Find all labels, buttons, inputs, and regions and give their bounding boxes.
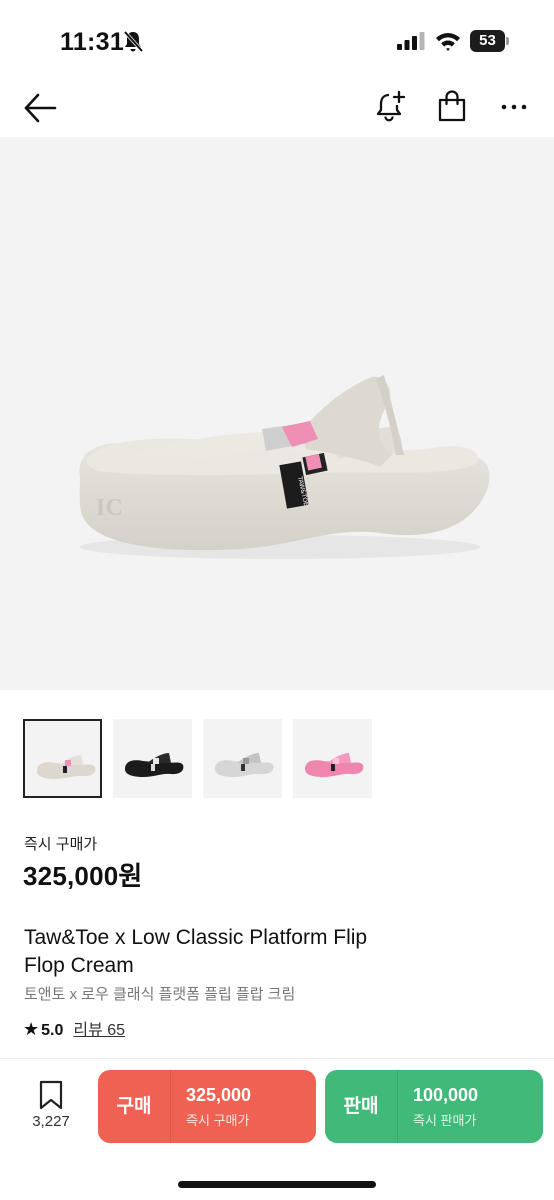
- star-icon: ★: [23, 1019, 40, 1039]
- bookmark-icon: [39, 1080, 63, 1110]
- buy-price: 325,000: [186, 1085, 252, 1105]
- buy-separator: [170, 1070, 171, 1143]
- wifi-icon: [436, 33, 460, 51]
- wishlist-count: 3,227: [32, 1113, 70, 1130]
- svg-text:IC: IC: [96, 495, 123, 521]
- rating-score: 5.0: [41, 1022, 64, 1039]
- product-title-en: Taw&Toe x Low Classic Platform Flip Flop…: [24, 924, 434, 980]
- platform-flip-flop-image: IC TAW&TOE: [79, 375, 490, 559]
- pink-flip-flop-thumbnail: [305, 753, 364, 777]
- buy-button[interactable]: 구매 325,000 즉시 구매가: [98, 1070, 316, 1143]
- product-title-ko: 토앤토 x 로우 클래식 플랫폼 플립 플랍 크림: [24, 986, 296, 1003]
- product-title-line1: Taw&Toe x Low Classic Platform Flip: [24, 926, 368, 949]
- sell-label: 판매: [343, 1096, 379, 1117]
- color-option-pink[interactable]: [293, 719, 372, 798]
- color-option-black[interactable]: [113, 719, 192, 798]
- back-arrow-icon[interactable]: [22, 90, 58, 126]
- instant-buy-price-label: 즉시 구매가: [24, 836, 98, 853]
- product-title-line2: Flop Cream: [24, 954, 134, 977]
- top-navigation: [0, 80, 554, 136]
- buy-label: 구매: [116, 1096, 152, 1117]
- wishlist-button[interactable]: 3,227: [26, 1080, 76, 1136]
- instant-buy-price: 325,000원: [23, 861, 143, 891]
- more-icon[interactable]: [496, 88, 532, 124]
- shopping-bag-icon[interactable]: [434, 88, 470, 124]
- silver-flip-flop-thumbnail: [215, 753, 274, 777]
- home-indicator[interactable]: [178, 1181, 376, 1188]
- color-options: [23, 719, 383, 799]
- signal-icon: [397, 32, 425, 50]
- cream-flip-flop-thumbnail: [37, 755, 96, 779]
- buy-subtitle: 즉시 구매가: [186, 1113, 250, 1128]
- bell-plus-icon[interactable]: [372, 88, 408, 124]
- divider: [0, 1058, 554, 1059]
- sell-separator: [397, 1070, 398, 1143]
- battery-icon: 53: [470, 30, 510, 52]
- battery-tip: [506, 37, 509, 45]
- sell-button[interactable]: 판매 100,000 즉시 판매가: [325, 1070, 543, 1143]
- black-flip-flop-thumbnail: [125, 753, 184, 777]
- status-bar: 11:31 53: [0, 0, 554, 80]
- rating-row: ★ 5.0 리뷰 65: [23, 1016, 125, 1040]
- status-time: 11:31: [60, 28, 125, 56]
- product-image[interactable]: IC TAW&TOE: [0, 137, 554, 690]
- sell-subtitle: 즉시 판매가: [413, 1113, 477, 1128]
- battery-level: 53: [470, 30, 505, 52]
- sell-price: 100,000: [413, 1085, 479, 1105]
- color-option-silver[interactable]: [203, 719, 282, 798]
- bell-slash-icon: [123, 30, 144, 53]
- color-option-cream[interactable]: [23, 719, 102, 798]
- reviews-link[interactable]: 리뷰 65: [73, 1022, 125, 1039]
